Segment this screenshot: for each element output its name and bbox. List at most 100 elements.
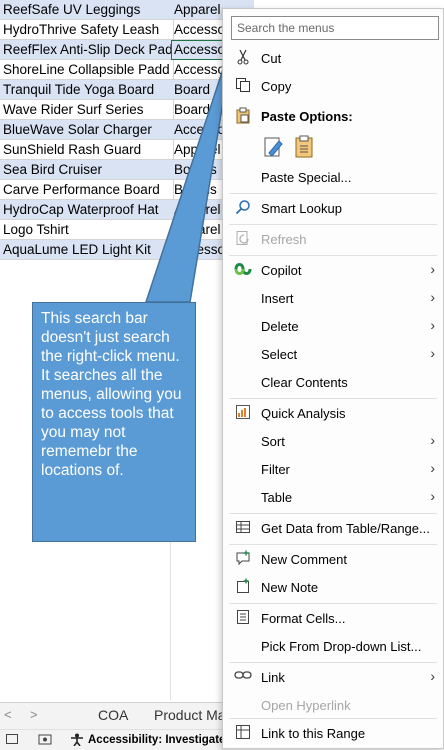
menu-item-pick-dropdown[interactable]: Pick From Drop-down List... [223, 634, 443, 660]
new-note-icon [233, 578, 253, 598]
menu-item-format-cells[interactable]: Format Cells... [223, 606, 443, 632]
paste-icon[interactable] [291, 135, 317, 161]
menu-label: Paste Special... [261, 170, 352, 185]
product-name-cell[interactable]: SunShield Rash Guard [0, 140, 174, 160]
menu-item-copy[interactable]: Copy [223, 74, 443, 100]
menu-separator [229, 255, 437, 256]
product-name-cell[interactable]: HydroCap Waterproof Hat [0, 200, 174, 220]
menu-separator [229, 603, 437, 604]
menu-item-sort[interactable]: Sort › [223, 429, 443, 455]
menu-label: Copy [261, 79, 292, 94]
accessibility-status[interactable]: Accessibility: Investigate [88, 734, 225, 746]
menu-item-link-to-range[interactable]: Link to this Range [223, 721, 443, 747]
copilot-icon [233, 261, 253, 281]
link-range-icon [233, 724, 253, 744]
menu-label: Open Hyperlink [261, 698, 351, 713]
menu-label: Clear Contents [261, 375, 348, 390]
menu-label: Get Data from Table/Range... [261, 521, 430, 536]
menu-item-refresh: Refresh [223, 227, 443, 253]
copy-icon [233, 77, 253, 97]
cell-mode-icon [6, 734, 18, 747]
product-name-cell[interactable]: HydroThrive Safety Leash [0, 20, 174, 40]
paste-formatting-icon[interactable] [261, 135, 287, 161]
menu-item-paste-special[interactable]: Paste Special... [223, 165, 443, 191]
menu-item-select[interactable]: Select › [223, 342, 443, 368]
clipboard-icon [233, 107, 253, 127]
product-name-cell[interactable]: ShoreLine Collapsible Padd [0, 60, 174, 80]
product-name-cell[interactable]: ReefSafe UV Leggings [0, 0, 174, 20]
menu-label: Quick Analysis [261, 406, 346, 421]
menu-item-new-note[interactable]: New Note [223, 575, 443, 601]
refresh-icon [233, 230, 253, 250]
chevron-right-icon: › [430, 317, 435, 333]
menu-label: New Comment [261, 552, 347, 567]
menu-label: Pick From Drop-down List... [261, 639, 422, 654]
menu-label: Refresh [261, 232, 307, 247]
callout-box: This search bar doesn't just search the … [32, 302, 196, 542]
menu-separator [229, 544, 437, 545]
search-menus-input[interactable]: Search the menus [231, 16, 439, 40]
chevron-right-icon: › [430, 345, 435, 361]
menu-item-delete[interactable]: Delete › [223, 314, 443, 340]
tab-scroll-right-icon[interactable]: > [30, 707, 38, 722]
menu-item-copilot[interactable]: Copilot › [223, 258, 443, 284]
menu-item-table[interactable]: Table › [223, 485, 443, 511]
product-name-cell[interactable]: Tranquil Tide Yoga Board [0, 80, 174, 100]
link-icon [233, 668, 253, 688]
menu-label: Filter [261, 462, 290, 477]
chevron-right-icon: › [430, 261, 435, 277]
menu-separator [229, 193, 437, 194]
chevron-right-icon: › [430, 432, 435, 448]
product-name-cell[interactable]: Wave Rider Surf Series [0, 100, 174, 120]
chevron-right-icon: › [430, 488, 435, 504]
menu-label: Copilot [261, 263, 302, 278]
table-data-icon [233, 519, 253, 539]
chevron-right-icon: › [430, 668, 435, 684]
menu-item-new-comment[interactable]: New Comment [223, 547, 443, 573]
accessibility-icon[interactable] [70, 733, 84, 749]
macro-record-icon[interactable] [38, 733, 52, 748]
tab-product-master[interactable]: Product Ma [154, 707, 226, 723]
menu-label: Link [261, 670, 285, 685]
menu-item-link[interactable]: Link › [223, 665, 443, 691]
menu-label: Cut [261, 51, 282, 66]
menu-label: Link to this Range [261, 726, 366, 741]
menu-item-filter[interactable]: Filter › [223, 457, 443, 483]
context-menu: Search the menus Cut Copy Paste Options:… [222, 8, 444, 749]
menu-label: Delete [261, 319, 299, 334]
tab-scroll-left-icon[interactable]: < [4, 707, 12, 722]
chevron-right-icon: › [430, 289, 435, 305]
product-name-cell[interactable]: BlueWave Solar Charger [0, 120, 174, 140]
product-name-cell[interactable]: Sea Bird Cruiser [0, 160, 174, 180]
menu-label: Paste Options: [261, 109, 353, 124]
menu-separator [229, 513, 437, 514]
menu-label: New Note [261, 580, 319, 595]
menu-separator [229, 398, 437, 399]
menu-separator [229, 224, 437, 225]
menu-label: Insert [261, 291, 294, 306]
scissors-icon [233, 49, 253, 69]
product-name-cell[interactable]: Carve Performance Board [0, 180, 174, 200]
quick-analysis-icon [233, 404, 253, 424]
product-name-cell[interactable]: ReefFlex Anti-Slip Deck Pad [0, 40, 174, 60]
paste-options-header: Paste Options: [223, 104, 443, 130]
menu-item-cut[interactable]: Cut [223, 46, 443, 72]
menu-label: Table [261, 490, 293, 505]
paste-option-icons [223, 133, 443, 163]
menu-item-clear-contents[interactable]: Clear Contents [223, 370, 443, 396]
menu-item-quick-analysis[interactable]: Quick Analysis [223, 401, 443, 427]
menu-label: Format Cells... [261, 611, 346, 626]
menu-label: Select [261, 347, 298, 362]
product-name-cell[interactable]: Logo Tshirt [0, 220, 174, 240]
format-cells-icon [233, 609, 253, 629]
menu-item-open-hyperlink: Open Hyperlink [223, 693, 443, 719]
menu-separator [229, 718, 437, 719]
menu-item-smart-lookup[interactable]: Smart Lookup [223, 196, 443, 222]
smart-lookup-icon [233, 199, 253, 219]
menu-item-get-data[interactable]: Get Data from Table/Range... [223, 516, 443, 542]
menu-item-insert[interactable]: Insert › [223, 286, 443, 312]
menu-label: Smart Lookup [261, 201, 342, 216]
product-name-cell[interactable]: AquaLume LED Light Kit [0, 240, 174, 260]
tab-coa[interactable]: COA [98, 707, 128, 723]
menu-label: Sort [261, 434, 285, 449]
